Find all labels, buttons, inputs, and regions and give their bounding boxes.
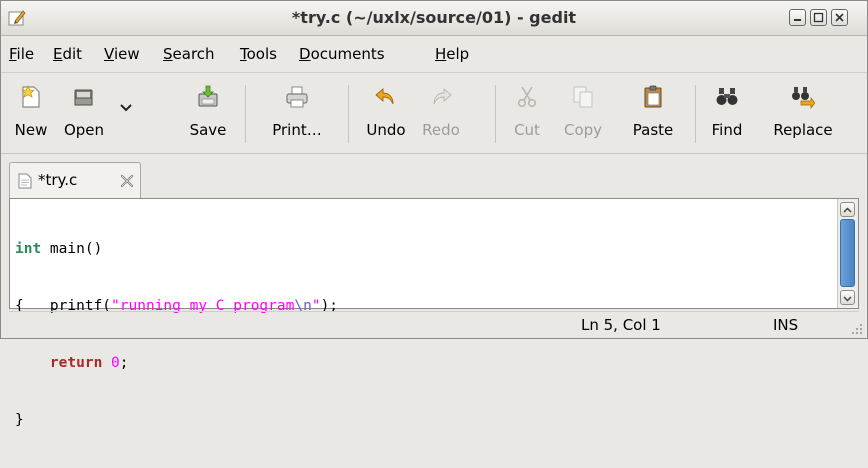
replace-button[interactable]: Replace <box>763 73 843 153</box>
new-label: New <box>14 121 48 139</box>
print-button[interactable]: Print… <box>258 73 336 153</box>
minimize-icon <box>794 19 801 21</box>
menu-bar: File Edit View Search Tools Documents He… <box>1 36 867 73</box>
tab-try-c[interactable]: *try.c <box>9 162 141 198</box>
scrollbar-thumb[interactable] <box>840 219 855 287</box>
menu-file[interactable]: File <box>9 45 34 63</box>
redo-label: Redo <box>422 121 460 139</box>
status-bar: Ln 5, Col 1 INS <box>1 311 867 338</box>
toolbar-separator <box>495 85 496 143</box>
close-tab-icon[interactable] <box>120 174 134 188</box>
menu-edit[interactable]: Edit <box>53 45 82 63</box>
paste-icon <box>644 85 662 108</box>
scroll-up-button[interactable] <box>840 202 855 217</box>
menu-search[interactable]: Search <box>163 45 215 63</box>
cursor-position: Ln 5, Col 1 <box>581 316 661 334</box>
recent-files-dropdown[interactable] <box>115 73 137 153</box>
toolbar: New Open Save Print… Undo Redo Cut Copy … <box>1 73 867 154</box>
toolbar-separator <box>245 85 246 143</box>
toolbar-separator <box>348 85 349 143</box>
status-divider <box>9 311 859 312</box>
close-icon <box>835 13 844 22</box>
code-line: return 0; <box>49 355 129 371</box>
scroll-down-button[interactable] <box>840 290 855 305</box>
undo-icon <box>375 88 394 105</box>
cut-button[interactable]: Cut <box>507 73 547 153</box>
paste-label: Paste <box>632 121 674 139</box>
minimize-button[interactable] <box>789 9 806 26</box>
window-title: *try.c (~/uxlx/source/01) - gedit <box>291 8 577 27</box>
redo-button[interactable]: Redo <box>415 73 467 153</box>
scissors-icon <box>517 86 537 108</box>
copy-icon <box>573 86 593 108</box>
document-tab-bar: *try.c <box>1 154 867 198</box>
menu-view[interactable]: View <box>104 45 140 63</box>
save-label: Save <box>189 121 227 139</box>
insert-mode-indicator[interactable]: INS <box>773 316 798 334</box>
open-folder-icon <box>74 89 93 106</box>
print-label: Print… <box>272 121 322 139</box>
printer-icon <box>286 86 308 108</box>
paste-button[interactable]: Paste <box>623 73 683 153</box>
menu-tools[interactable]: Tools <box>240 45 277 63</box>
replace-label: Replace <box>773 121 833 139</box>
gedit-window: *try.c (~/uxlx/source/01) - gedit File E… <box>0 0 868 428</box>
chevron-down-icon <box>120 104 132 112</box>
resize-grip-icon[interactable] <box>851 323 863 335</box>
find-replace-icon <box>792 87 815 109</box>
save-button[interactable]: Save <box>181 73 235 153</box>
chevron-down-icon <box>843 296 852 302</box>
text-editor[interactable]: int main() { printf("running my C progra… <box>9 198 859 428</box>
code-line: } <box>15 412 24 428</box>
find-button[interactable]: Find <box>704 73 750 153</box>
vertical-scrollbar[interactable] <box>837 199 858 308</box>
maximize-icon <box>813 12 824 23</box>
menu-help[interactable]: Help <box>435 45 469 63</box>
toolbar-separator <box>695 85 696 143</box>
open-label: Open <box>63 121 105 139</box>
title-bar[interactable]: *try.c (~/uxlx/source/01) - gedit <box>1 1 867 36</box>
save-icon <box>198 85 218 107</box>
text-document-icon <box>18 173 32 189</box>
undo-label: Undo <box>366 121 406 139</box>
copy-button[interactable]: Copy <box>554 73 612 153</box>
undo-button[interactable]: Undo <box>360 73 412 153</box>
cut-label: Cut <box>514 121 540 139</box>
binoculars-icon <box>716 88 738 105</box>
find-label: Find <box>711 121 743 139</box>
new-document-icon <box>20 85 40 108</box>
open-button[interactable]: Open <box>56 73 112 153</box>
tab-label: *try.c <box>38 171 78 189</box>
copy-label: Copy <box>563 121 603 139</box>
menu-documents[interactable]: Documents <box>299 45 385 63</box>
chevron-up-icon <box>843 207 852 213</box>
new-button[interactable]: New <box>9 73 53 153</box>
close-button[interactable] <box>831 9 848 26</box>
code-line: int main() <box>15 241 103 257</box>
maximize-button[interactable] <box>810 9 827 26</box>
redo-icon <box>433 88 452 105</box>
